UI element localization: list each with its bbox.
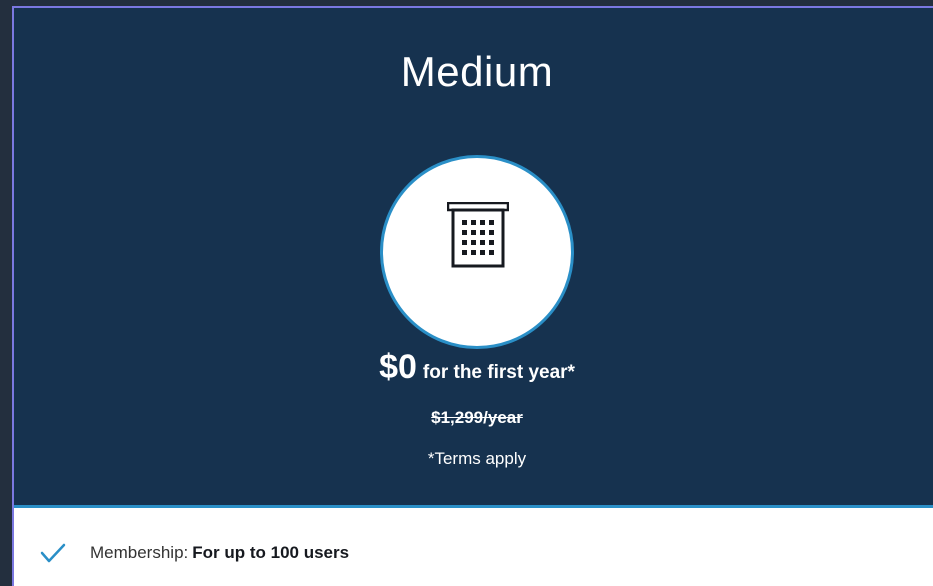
feature-membership: Membership: For up to 100 users [40, 538, 349, 568]
check-icon [40, 543, 66, 563]
plan-card-header: Medium $0 for the first year* $1,299/yea… [14, 8, 933, 505]
original-price: $1,299/year [431, 408, 523, 427]
plan-icon-circle [380, 155, 574, 349]
building-icon [447, 202, 509, 268]
price-period: for the first year* [422, 362, 575, 383]
plan-card-medium[interactable]: Medium $0 for the first year* $1,299/yea… [12, 6, 933, 586]
price-amount: $0 [379, 348, 417, 386]
left-panel-edge [0, 0, 12, 586]
plan-price: $0 for the first year* [14, 348, 933, 387]
header-accent-bar [14, 505, 933, 508]
terms-note: *Terms apply [427, 449, 527, 468]
feature-label: Membership: [90, 543, 189, 562]
pricing-page: Medium $0 for the first year* $1,299/yea… [0, 0, 933, 586]
feature-value: For up to 100 users [192, 543, 350, 562]
plan-title: Medium [400, 48, 554, 95]
